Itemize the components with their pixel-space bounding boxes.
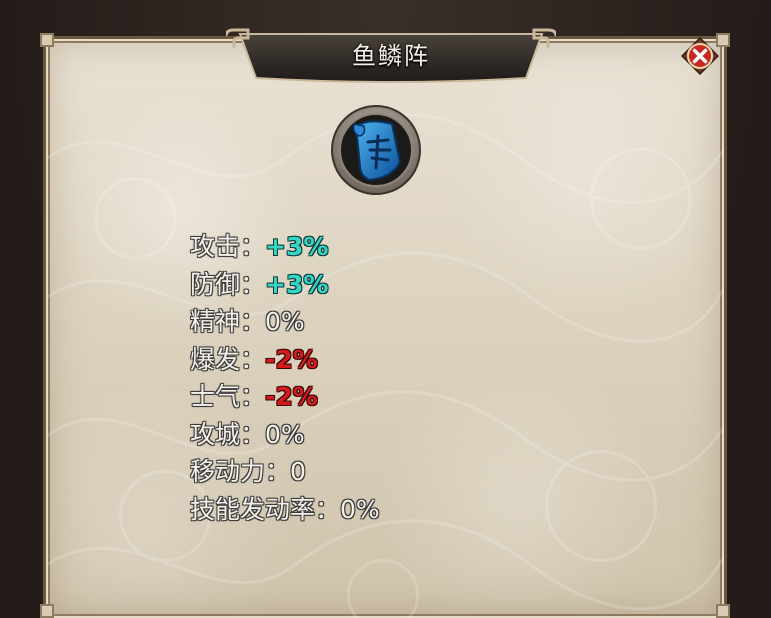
stat-value: -2% bbox=[265, 382, 318, 411]
frame-corner-top-left bbox=[40, 33, 54, 47]
stat-value: 0% bbox=[340, 494, 380, 524]
stats-list: 攻击：+3% 防御：+3% 精神：0% 爆发：-2% 士气：-2% 攻城：0% 移动力：0 技… bbox=[190, 228, 590, 528]
stat-value: 0% bbox=[265, 307, 305, 336]
scroll-icon bbox=[330, 104, 422, 196]
stat-value: 0% bbox=[265, 419, 305, 449]
stat-row: 移动力：0 bbox=[190, 453, 590, 491]
stat-row: 攻击：+3% bbox=[190, 228, 590, 266]
stat-row: 技能发动率：0% bbox=[190, 491, 590, 529]
stat-label: 攻击： bbox=[190, 232, 266, 261]
stat-value: 0 bbox=[290, 457, 306, 486]
stat-row: 精神：0% bbox=[190, 303, 590, 341]
stat-row: 士气：-2% bbox=[190, 378, 590, 416]
stat-row: 爆发：-2% bbox=[190, 341, 590, 379]
frame-corner-bottom-left bbox=[40, 604, 54, 618]
stat-label: 技能发动率： bbox=[190, 494, 341, 524]
close-button[interactable] bbox=[680, 36, 720, 76]
stat-label: 爆发： bbox=[190, 344, 266, 374]
stat-label: 防御： bbox=[190, 269, 266, 299]
stat-row: 防御：+3% bbox=[190, 266, 590, 304]
stat-label: 士气： bbox=[190, 382, 266, 411]
close-icon bbox=[680, 36, 720, 76]
title-banner: 鱼鳞阵 bbox=[224, 28, 558, 84]
stat-value: +3% bbox=[265, 232, 329, 261]
stat-label: 精神： bbox=[190, 307, 266, 336]
stat-label: 攻城： bbox=[190, 419, 266, 449]
stat-label: 移动力： bbox=[190, 457, 291, 486]
stat-value: -2% bbox=[265, 344, 318, 374]
frame-corner-bottom-right bbox=[716, 604, 730, 618]
stat-value: +3% bbox=[265, 269, 329, 299]
dialog-title: 鱼鳞阵 bbox=[352, 42, 430, 70]
stat-row: 攻城：0% bbox=[190, 416, 590, 454]
